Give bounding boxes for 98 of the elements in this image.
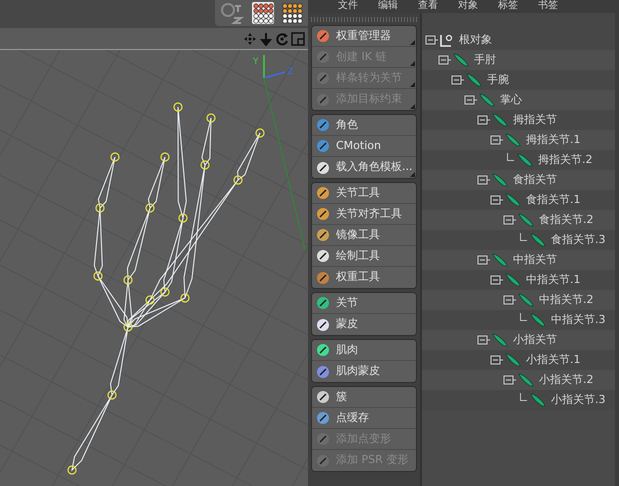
bone-icon [517,372,535,388]
window-icon[interactable] [291,32,306,46]
collapse-icon[interactable] [425,34,439,46]
bone-icon [478,92,496,108]
collapse-icon[interactable] [503,294,517,306]
tool-icon [316,390,330,404]
tool-button[interactable]: 簇 [312,387,416,408]
tool-button[interactable]: 肌肉 [312,340,416,361]
null-object-icon [439,32,455,48]
tool-icon [316,92,330,106]
collapse-icon[interactable] [438,54,452,66]
bone-icon [491,112,509,128]
tool-button[interactable]: 蒙皮 [312,314,416,335]
tool-button[interactable]: 点缓存 [312,408,416,429]
tool-icon [316,29,330,43]
collapse-icon[interactable] [490,134,504,146]
tool-button[interactable]: 关节 [312,293,416,314]
bone-icon [452,52,470,68]
axis-label: Z [287,68,294,77]
tree-item-label[interactable]: 食指关节.3 [551,232,606,248]
tool-button[interactable]: 肌肉蒙皮 [312,361,416,382]
tool-button[interactable]: 权重管理器 [312,26,416,47]
tree-item-label[interactable]: 小指关节.1 [526,352,580,368]
tool-button[interactable]: 角色 [312,115,416,136]
tool-icon [316,50,330,64]
bone-icon [504,132,522,148]
collapse-icon[interactable] [490,274,504,286]
bone-icon [504,272,522,288]
tool-icon [316,71,330,85]
collapse-icon[interactable] [477,174,491,186]
menu-item[interactable]: 查看 [418,0,438,11]
move-icon[interactable] [243,32,257,46]
menu-item[interactable]: 书签 [538,0,558,11]
tool-icon [316,228,330,242]
tool-button[interactable]: 镜像工具 [312,225,416,246]
tool-icon [316,343,330,357]
bone-icon [491,252,509,268]
bone-icon [491,332,509,348]
bone-icon [529,312,547,328]
rotate-icon[interactable] [274,32,288,46]
bone-icon [516,152,534,168]
tree-item-label[interactable]: 中指关节.3 [551,312,606,328]
tool-icon [316,270,330,284]
tool-icon [316,454,330,468]
axis-toggle-icon[interactable] [219,2,245,24]
tree-item-label[interactable]: 中指关节.1 [526,272,580,288]
tree-item-label[interactable]: 中指关节 [513,252,557,268]
menu-item[interactable]: 编辑 [378,0,398,11]
tool-icon [316,118,330,132]
bone-icon [517,212,535,228]
tool-icon [316,207,330,221]
collapse-icon[interactable] [490,194,504,206]
collapse-icon[interactable] [477,254,491,266]
tree-item-label[interactable]: 根对象 [459,32,492,48]
tool-icon [316,364,330,378]
tool-button[interactable]: 关节对齐工具 [312,204,416,225]
tool-icon [316,411,330,425]
bone-icon [465,72,483,88]
tree-item-label[interactable]: 掌心 [500,92,522,108]
tree-item-label[interactable]: 拇指关节 [513,112,557,128]
weight-grid-icon[interactable] [250,1,274,25]
tool-icon [316,318,330,332]
tool-button[interactable]: 权重工具 [312,267,416,288]
arrow-icon[interactable] [260,32,272,46]
collapse-icon[interactable] [490,354,504,366]
bone-icon [529,392,547,408]
tree-item-label[interactable]: 手肘 [474,52,496,68]
tool-button[interactable]: 绘制工具 [312,246,416,267]
tool-icon [316,160,330,174]
collapse-icon[interactable] [477,334,491,346]
tool-button[interactable]: 载入角色模板... [312,157,416,178]
menu-item[interactable]: 对象 [458,0,478,11]
tool-icon [316,186,330,200]
tree-item-label[interactable]: 小指关节.3 [551,392,606,408]
menu-item[interactable]: 标签 [498,0,518,11]
tool-icon [316,432,330,446]
tree-item-label[interactable]: 小指关节 [513,332,557,348]
collapse-icon[interactable] [464,94,478,106]
weight-grid-icon[interactable] [280,1,304,25]
bone-icon [491,172,509,188]
tool-button[interactable]: 关节工具 [312,183,416,204]
tree-item-label[interactable]: 食指关节.1 [526,192,580,208]
bone-icon [517,292,535,308]
tool-icon [316,249,330,263]
axis-label: Y [253,58,258,67]
bone-icon [504,352,522,368]
collapse-icon[interactable] [503,214,517,226]
tool-icon [316,296,330,310]
tool-icon [316,139,330,153]
collapse-icon[interactable] [451,74,465,86]
bone-icon [504,192,522,208]
bone-icon [529,232,547,248]
tree-item-label[interactable]: 手腕 [487,72,509,88]
tree-item-label[interactable]: 食指关节 [513,172,557,188]
collapse-icon[interactable] [477,114,491,126]
tree-item-label[interactable]: 拇指关节.2 [538,152,592,168]
collapse-icon[interactable] [503,374,517,386]
tool-button[interactable]: CMotion [312,136,416,157]
